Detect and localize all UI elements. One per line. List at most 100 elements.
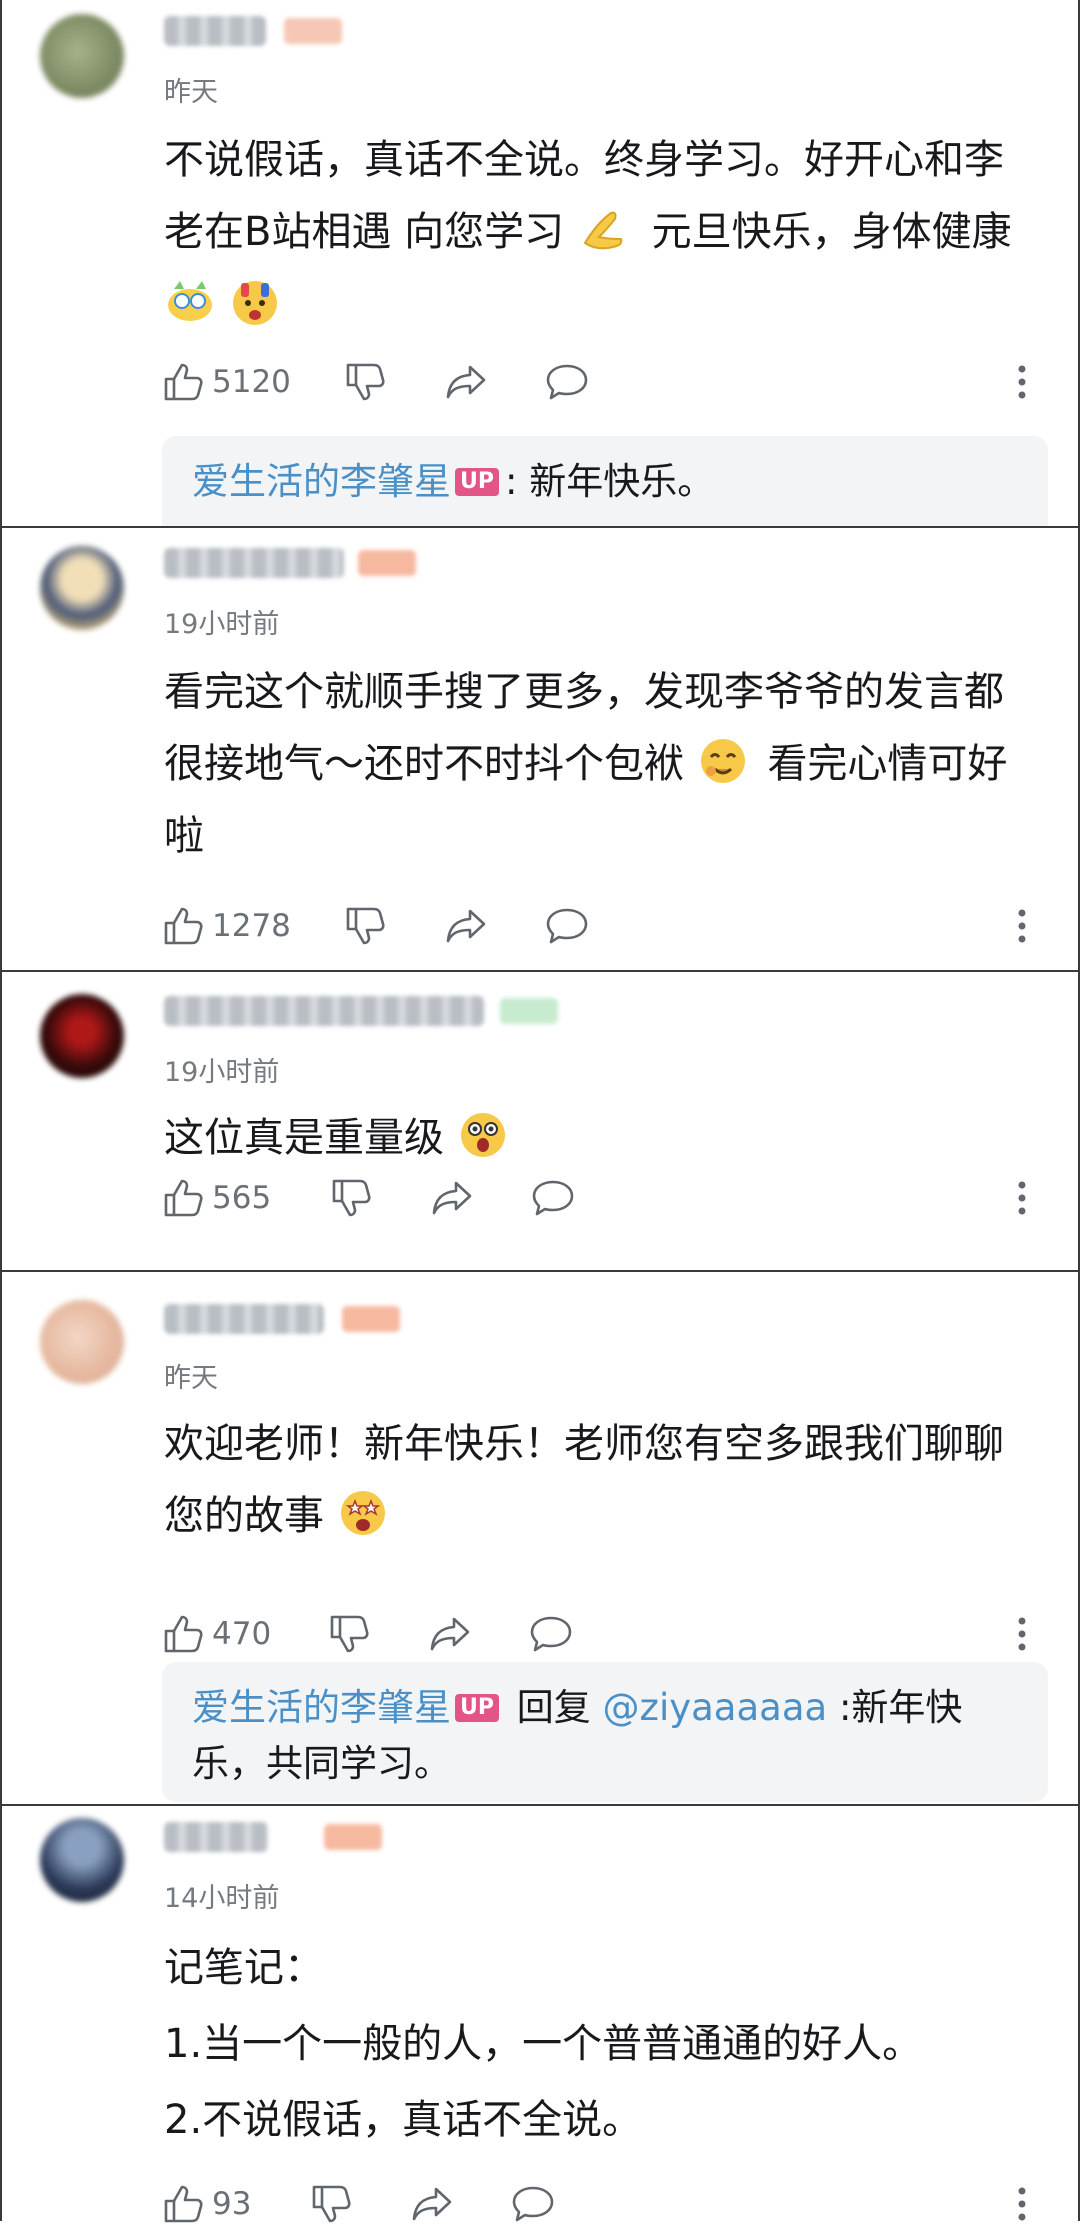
- more-options-button[interactable]: [1002, 1170, 1042, 1226]
- dislike-button[interactable]: [344, 354, 390, 410]
- level-badge: [284, 18, 342, 44]
- reply-content: : 新年快乐。: [505, 460, 715, 503]
- like-button[interactable]: 470: [162, 1606, 271, 1662]
- comment-item: 昨天 不说假话，真话不全说。终身学习。好开心和李 老在B站相遇 向您学习 元旦快…: [2, 0, 1078, 528]
- share-icon: [446, 909, 486, 943]
- comment-item: 昨天 欢迎老师！新年快乐！老师您有空多跟我们聊聊 您的故事 470 爱生活的李肇…: [2, 1272, 1078, 1806]
- reply-button[interactable]: [510, 2176, 556, 2232]
- reply-preview[interactable]: 爱生活的李肇星 UP: 新年快乐。: [162, 436, 1048, 528]
- avatar[interactable]: [40, 994, 124, 1078]
- laughing-face-emoji-icon: [700, 739, 745, 783]
- action-bar: 470: [162, 1606, 1042, 1662]
- thumbs-up-icon: [164, 363, 203, 401]
- more-vertical-icon: [1018, 1181, 1026, 1215]
- share-button[interactable]: [444, 354, 490, 410]
- comment-time: 19小时前: [164, 1057, 280, 1088]
- reply-author[interactable]: 爱生活的李肇星: [192, 460, 451, 503]
- level-badge: [342, 1306, 400, 1332]
- comment-feed: 昨天 不说假话，真话不全说。终身学习。好开心和李 老在B站相遇 向您学习 元旦快…: [0, 0, 1080, 2223]
- username-blurred[interactable]: [164, 996, 484, 1026]
- reply-button[interactable]: [544, 354, 590, 410]
- action-bar: 5120: [162, 354, 1042, 410]
- reply-button[interactable]: [544, 898, 590, 954]
- comment-item: 14小时前 记笔记： 1.当一个一般的人，一个普普通通的好人。 2.不说假话，真…: [2, 1806, 1078, 2223]
- share-icon: [430, 1617, 470, 1651]
- thumbs-up-icon: [164, 907, 203, 945]
- more-vertical-icon: [1018, 2187, 1026, 2221]
- reply-preview[interactable]: 爱生活的李肇星 UP 回复 @ziyaaaaaa :新年快 乐，共同学习。: [162, 1662, 1048, 1802]
- level-badge: [358, 550, 416, 576]
- more-options-button[interactable]: [1002, 1606, 1042, 1662]
- more-options-button[interactable]: [1002, 898, 1042, 954]
- comment-bubble-icon: [546, 908, 588, 944]
- like-count: 5120: [212, 364, 291, 400]
- username-blurred[interactable]: [164, 1822, 268, 1852]
- comment-text: 不说假话，真话不全说。终身学习。好开心和李 老在B站相遇 向您学习 元旦快乐，身…: [164, 124, 1044, 340]
- thumbs-down-icon: [312, 2185, 351, 2223]
- avatar[interactable]: [40, 1300, 124, 1384]
- like-count: 1278: [212, 908, 291, 944]
- more-vertical-icon: [1018, 365, 1026, 399]
- shocked-face-emoji-icon: [232, 281, 277, 325]
- username-blurred[interactable]: [164, 1304, 324, 1334]
- comment-item: 19小时前 看完这个就顺手搜了更多，发现李爷爷的发言都 很接地气～还时不时抖个包…: [2, 528, 1078, 972]
- share-icon: [412, 2187, 452, 2221]
- thumbs-up-icon: [164, 1179, 203, 1217]
- thumbs-down-icon: [330, 1615, 369, 1653]
- dislike-button[interactable]: [344, 898, 390, 954]
- comment-bubble-icon: [530, 1616, 572, 1652]
- thumbs-down-icon: [346, 907, 385, 945]
- dislike-button[interactable]: [328, 1606, 374, 1662]
- dizzy-face-emoji-icon: [168, 281, 212, 321]
- action-bar: 93: [162, 2176, 1042, 2232]
- star-struck-face-emoji-icon: [340, 1491, 385, 1535]
- more-options-button[interactable]: [1002, 2176, 1042, 2232]
- avatar[interactable]: [40, 14, 124, 98]
- like-button[interactable]: 93: [162, 2176, 251, 2232]
- comment-time: 昨天: [164, 1363, 218, 1394]
- reply-mention[interactable]: @ziyaaaaaa: [603, 1686, 828, 1729]
- action-bar: 1278: [162, 898, 1042, 954]
- reply-button[interactable]: [528, 1606, 574, 1662]
- username-blurred[interactable]: [164, 16, 266, 46]
- avatar[interactable]: [40, 1818, 124, 1902]
- reply-content-cont: 乐，共同学习。: [192, 1742, 451, 1785]
- dislike-button[interactable]: [330, 1170, 376, 1226]
- like-button[interactable]: 565: [162, 1170, 271, 1226]
- share-button[interactable]: [430, 1170, 476, 1226]
- reply-action: 回复: [516, 1686, 591, 1729]
- comment-text: 这位真是重量级: [164, 1102, 1044, 1174]
- comment-bubble-icon: [532, 1180, 574, 1216]
- thumbs-down-icon: [346, 363, 385, 401]
- dislike-button[interactable]: [310, 2176, 356, 2232]
- comment-time: 19小时前: [164, 609, 280, 640]
- like-count: 470: [212, 1616, 272, 1652]
- astonished-face-emoji-icon: [460, 1113, 505, 1157]
- more-vertical-icon: [1018, 909, 1026, 943]
- comment-bubble-icon: [512, 2186, 554, 2222]
- share-button[interactable]: [428, 1606, 474, 1662]
- ok-hand-emoji-icon: [583, 211, 623, 250]
- level-badge: [500, 998, 558, 1024]
- username-blurred[interactable]: [164, 548, 344, 578]
- comment-text: 看完这个就顺手搜了更多，发现李爷爷的发言都 很接地气～还时不时抖个包袱 看完心情…: [164, 669, 1008, 859]
- like-count: 93: [212, 2186, 252, 2222]
- comment-item: 19小时前 这位真是重量级 565: [2, 972, 1078, 1272]
- like-button[interactable]: 1278: [162, 898, 291, 954]
- share-icon: [432, 1181, 472, 1215]
- more-options-button[interactable]: [1002, 354, 1042, 410]
- reply-content: :新年快: [838, 1686, 963, 1729]
- comment-time: 昨天: [164, 77, 218, 108]
- reply-button[interactable]: [530, 1170, 576, 1226]
- avatar[interactable]: [40, 546, 124, 630]
- share-button[interactable]: [410, 2176, 456, 2232]
- share-button[interactable]: [444, 898, 490, 954]
- action-bar: 565: [162, 1170, 1042, 1226]
- like-button[interactable]: 5120: [162, 354, 291, 410]
- comment-time: 14小时前: [164, 1883, 280, 1914]
- reply-author[interactable]: 爱生活的李肇星: [192, 1686, 451, 1729]
- like-count: 565: [212, 1180, 272, 1216]
- thumbs-up-icon: [164, 2185, 203, 2223]
- comment-bubble-icon: [546, 364, 588, 400]
- comment-text: 记笔记： 1.当一个一般的人，一个普普通通的好人。 2.不说假话，真话不全说。: [164, 1945, 923, 2143]
